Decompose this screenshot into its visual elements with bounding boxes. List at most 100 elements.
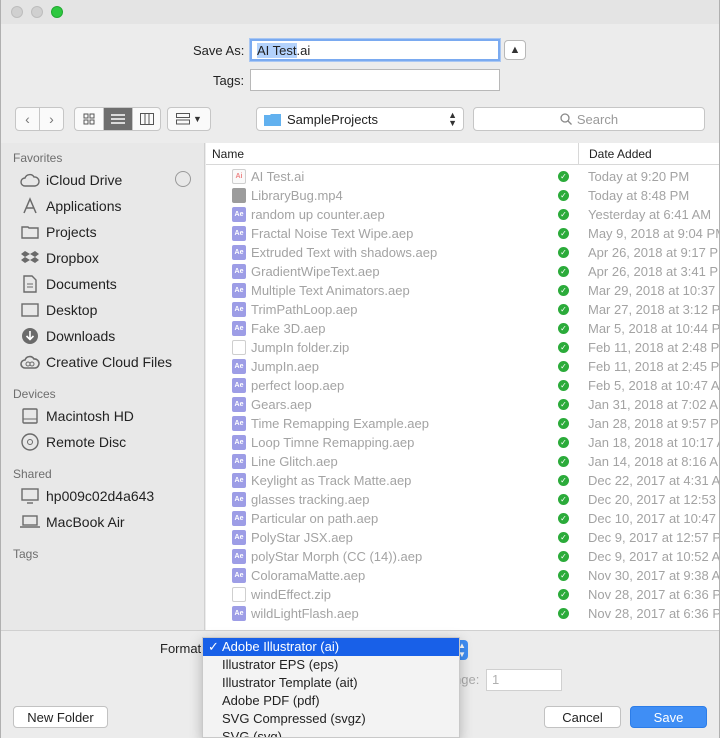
column-divider[interactable] [578, 143, 579, 165]
format-option-label: SVG (svg) [222, 729, 282, 738]
folder-icon [264, 113, 281, 126]
ae-file-icon: Ae [232, 359, 246, 374]
sidebar-item-remote-disc[interactable]: Remote Disc [19, 430, 199, 454]
shared-heading: Shared [13, 467, 52, 481]
list-view-button[interactable] [103, 107, 132, 131]
expand-dialog-button[interactable]: ▲ [504, 40, 526, 60]
file-row[interactable]: JumpIn folder.zip ✓ Feb 11, 2018 at 2:48 P… [206, 338, 719, 357]
arrange-button[interactable]: ▼ [167, 107, 211, 131]
format-option-pdf[interactable]: Adobe PDF (pdf) [203, 692, 459, 710]
ae-file-icon: Ae [232, 473, 246, 488]
format-option-svg[interactable]: SVG (svg) [203, 728, 459, 738]
file-row[interactable]: Ae Line Glitch.aep ✓ Jan 14, 2018 at 8:16 A… [206, 452, 719, 471]
minimize-window-button[interactable] [31, 6, 43, 18]
file-name: Extruded Text with shadows.aep [251, 245, 438, 260]
new-folder-button[interactable]: New Folder [13, 706, 108, 728]
synced-check-icon: ✓ [558, 513, 569, 524]
sidebar-item-applications[interactable]: Applications [19, 194, 199, 218]
file-row[interactable]: Ae wildLightFlash.aep ✓ Nov 28, 2017 at 6:3… [206, 604, 720, 623]
sidebar-item-dropbox[interactable]: Dropbox [19, 246, 199, 270]
file-row[interactable]: Ae Loop Timne Remapping.aep ✓ Jan 18, 2018 … [206, 433, 719, 452]
sidebar-item-documents[interactable]: Documents [19, 272, 199, 296]
file-name: Fractal Noise Text Wipe.aep [251, 226, 414, 241]
format-option-ait[interactable]: Illustrator Template (ait) [203, 674, 459, 692]
file-row[interactable]: Ae random up counter.aep ✓ Yesterday at 6:4… [206, 205, 719, 224]
column-header-date-added[interactable]: Date Added [589, 147, 652, 161]
cancel-button[interactable]: Cancel [544, 706, 621, 728]
cloud-icon [19, 173, 41, 187]
tags-heading: Tags [13, 547, 39, 561]
icon-view-button[interactable] [74, 107, 103, 131]
close-window-button[interactable] [11, 6, 23, 18]
harddrive-icon [19, 408, 41, 424]
file-name: Keylight as Track Matte.aep [251, 473, 412, 488]
creative-cloud-icon [19, 355, 41, 369]
ae-file-icon: Ae [232, 606, 246, 621]
save-dialog: Save As: AI Test.ai ▲ Tags: ‹ › ▼ Sample… [0, 0, 720, 738]
file-row[interactable]: Ae Keylight as Track Matte.aep ✓ Dec 22, 20… [206, 471, 719, 490]
file-name: AI Test.ai [251, 169, 305, 184]
file-row[interactable]: Ae perfect loop.aep ✓ Feb 5, 2018 at 10:47 … [206, 376, 719, 395]
sidebar-item-projects[interactable]: Projects [19, 220, 199, 244]
ae-file-icon: Ae [232, 549, 246, 564]
devices-heading: Devices [13, 387, 56, 401]
file-name: windEffect.zip [251, 587, 331, 602]
column-view-button[interactable] [132, 107, 161, 131]
sidebar-item-label: Remote Disc [46, 434, 127, 450]
file-name: Time Remapping Example.aep [251, 416, 429, 431]
tags-field[interactable] [250, 69, 500, 91]
format-option-svgz[interactable]: SVG Compressed (svgz) [203, 710, 459, 728]
columns-icon [139, 113, 154, 125]
search-field[interactable]: Search [473, 107, 705, 131]
location-popup[interactable]: SampleProjects ▲ ▼ [256, 107, 464, 131]
file-date-added: Nov 28, 2017 at 6:36 P [588, 606, 720, 621]
back-button[interactable]: ‹ [15, 107, 40, 131]
file-row[interactable]: Ae Particular on path.aep ✓ Dec 10, 2017 at… [206, 509, 719, 528]
sidebar-item-creative-cloud-files[interactable]: Creative Cloud Files [19, 350, 199, 374]
synced-check-icon: ✓ [558, 608, 569, 619]
file-list: Name Date Added Ai AI Test.ai ✓ Today at 9:… [206, 143, 720, 630]
forward-button[interactable]: › [39, 107, 64, 131]
file-row[interactable]: Ae polyStar Morph (CC (14)).aep ✓ Dec 9, 20… [206, 547, 719, 566]
ae-file-icon: Ae [232, 302, 246, 317]
range-field[interactable]: 1 [486, 669, 562, 691]
file-row[interactable]: Ae Multiple Text Animators.aep ✓ Mar 29, 20… [206, 281, 719, 300]
file-row[interactable]: Ai AI Test.ai ✓ Today at 9:20 PM [206, 167, 719, 186]
format-option-ai[interactable]: ✓ Adobe Illustrator (ai) [203, 638, 459, 656]
file-row[interactable]: Ae Gears.aep ✓ Jan 31, 2018 at 7:02 AM [206, 395, 719, 414]
file-row[interactable]: Ae ColoramaMatte.aep ✓ Nov 30, 2017 at 9:38… [206, 566, 720, 585]
filename-field[interactable]: AI Test.ai [250, 39, 500, 61]
ai-file-icon: Ai [232, 169, 246, 184]
file-row[interactable]: LibraryBug.mp4 ✓ Today at 8:48 PM [206, 186, 719, 205]
file-row[interactable]: Ae PolyStar JSX.aep ✓ Dec 9, 2017 at 12:57 … [206, 528, 719, 547]
save-button[interactable]: Save [630, 706, 707, 728]
synced-check-icon: ✓ [558, 304, 569, 315]
file-date-added: Mar 29, 2018 at 10:37 [588, 283, 716, 298]
column-header-name[interactable]: Name [212, 147, 244, 161]
file-row[interactable]: Ae Time Remapping Example.aep ✓ Jan 28, 201… [206, 414, 719, 433]
file-date-added: Yesterday at 6:41 AM [588, 207, 712, 222]
documents-icon [19, 275, 41, 293]
ae-file-icon: Ae [232, 321, 246, 336]
sidebar-item-macintosh-hd[interactable]: Macintosh HD [19, 404, 199, 428]
sidebar-item-hp009c02d4a643[interactable]: hp009c02d4a643 [19, 484, 199, 508]
sidebar-item-icloud-drive[interactable]: iCloud Drive [19, 168, 199, 192]
file-row[interactable]: windEffect.zip ✓ Nov 28, 2017 at 6:36 P [206, 585, 719, 604]
file-row[interactable]: Ae glasses tracking.aep ✓ Dec 20, 2017 at 1… [206, 490, 719, 509]
file-row[interactable]: Ae Extruded Text with shadows.aep ✓ Apr 26,… [206, 243, 720, 262]
zoom-window-button[interactable] [51, 6, 63, 18]
file-date-added: Apr 26, 2018 at 9:17 PM [588, 245, 720, 260]
synced-check-icon: ✓ [558, 342, 569, 353]
sidebar-item-downloads[interactable]: Downloads [19, 324, 199, 348]
file-row[interactable]: Ae Fake 3D.aep ✓ Mar 5, 2018 at 10:44 PM [206, 319, 719, 338]
format-option-eps[interactable]: Illustrator EPS (eps) [203, 656, 459, 674]
file-row[interactable]: Ae Fractal Noise Text Wipe.aep ✓ May 9, 201… [206, 224, 719, 243]
file-row[interactable]: Ae GradientWipeText.aep ✓ Apr 26, 2018 at 3… [206, 262, 719, 281]
file-name: wildLightFlash.aep [251, 606, 359, 621]
sidebar-item-macbook-air[interactable]: MacBook Air [19, 510, 199, 534]
file-row[interactable]: Ae JumpIn.aep ✓ Feb 11, 2018 at 2:45 PM [206, 357, 719, 376]
format-option-label: Illustrator Template (ait) [222, 675, 358, 690]
file-row[interactable]: Ae TrimPathLoop.aep ✓ Mar 27, 2018 at 3:12 … [206, 300, 719, 319]
file-date-added: Nov 30, 2017 at 9:38 A [588, 568, 720, 583]
sidebar-item-desktop[interactable]: Desktop [19, 298, 199, 322]
